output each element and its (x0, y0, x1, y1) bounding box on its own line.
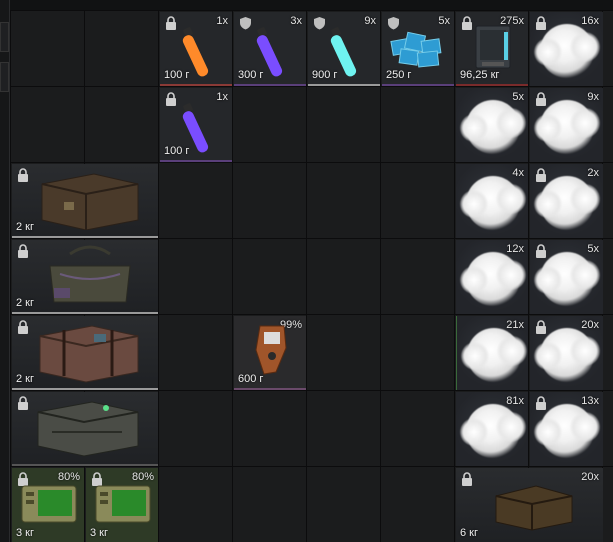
ammo-box-slot[interactable]: 2 кг (12, 164, 158, 238)
lock-icon (462, 472, 472, 486)
ice-crystals-slot[interactable]: 5x 250 г (382, 12, 454, 86)
item-quantity: 5x (587, 243, 599, 255)
item-weight: 250 г (386, 69, 412, 81)
smoke-grenade-slot[interactable]: 5x (456, 88, 528, 162)
wooden-box-icon (41, 173, 139, 230)
smoke-cloud-icon (534, 24, 600, 78)
lock-icon (166, 92, 176, 106)
radio-device-slot[interactable]: 80% 3 кг (86, 468, 158, 542)
bag-slot[interactable]: 2 кг (12, 240, 158, 314)
crate-slot[interactable]: 20x 6 кг (456, 468, 603, 542)
item-weight: 2 кг (16, 373, 34, 385)
item-quantity: 9x (587, 91, 599, 103)
scanner-device-icon (255, 325, 287, 375)
panel-tab[interactable] (0, 22, 9, 52)
lock-icon (536, 168, 546, 182)
item-quantity: 21x (506, 319, 524, 331)
item-weight: 900 г (312, 69, 338, 81)
equipment-case-icon (475, 25, 511, 69)
item-quantity: 12x (506, 243, 524, 255)
item-weight: 3 кг (90, 527, 108, 539)
item-weight: 2 кг (16, 221, 34, 233)
item-weight: 600 г (238, 373, 264, 385)
lock-icon (536, 16, 546, 30)
duffel-bag-icon (49, 245, 131, 303)
smoke-grenade-slot[interactable]: 5x (530, 240, 603, 314)
item-quantity: 81x (506, 395, 524, 407)
item-weight: 2 кг (16, 297, 34, 309)
radio-device-icon (95, 485, 151, 523)
purple-glowstick-slot[interactable]: 3x 300 г (234, 12, 306, 86)
cyan-glowstick-slot[interactable]: 9x 900 г (308, 12, 380, 86)
wooden-crate-icon (495, 485, 573, 531)
left-panel-edge (0, 0, 10, 542)
radio-device-slot[interactable]: 80% 3 кг (12, 468, 84, 542)
smoke-grenade-slot[interactable]: 20x (530, 316, 603, 390)
metal-case-slot[interactable] (12, 392, 158, 466)
lock-icon (18, 168, 28, 182)
radio-device-icon (21, 485, 77, 523)
item-quantity: 20x (581, 319, 599, 331)
lock-icon (18, 396, 28, 410)
item-quantity: 4x (512, 167, 524, 179)
strapped-box-icon (39, 325, 139, 383)
item-weight: 96,25 кг (460, 69, 500, 81)
item-weight: 100 г (164, 69, 190, 81)
smoke-grenade-slot[interactable]: 12x (456, 240, 528, 314)
item-durability: 80% (131, 471, 154, 483)
smoke-cloud-icon (460, 252, 526, 306)
lock-icon (536, 244, 546, 258)
item-quantity: 16x (581, 15, 599, 27)
item-durability: 80% (57, 471, 80, 483)
lock-icon (536, 396, 546, 410)
orange-glowstick-slot[interactable]: 1x 100 г (160, 12, 232, 86)
purple-glowstick-slot[interactable]: 1x 100 г (160, 88, 232, 162)
smoke-grenade-slot[interactable]: 81x (456, 392, 528, 466)
scanner-slot[interactable]: 99% 600 г (234, 316, 306, 390)
smoke-cloud-icon (534, 404, 600, 458)
smoke-cloud-icon (534, 176, 600, 230)
item-weight: 6 кг (460, 527, 478, 539)
item-weight: 3 кг (16, 527, 34, 539)
ice-crystals-icon (390, 31, 442, 68)
smoke-grenade-slot[interactable]: 4x (456, 164, 528, 238)
smoke-cloud-icon (461, 328, 527, 382)
equipment-case-slot[interactable]: 275x 96,25 кг (456, 12, 528, 86)
smoke-grenade-slot[interactable]: 2x (530, 164, 603, 238)
panel-tab[interactable] (0, 62, 9, 92)
smoke-grenade-slot[interactable]: 21x (456, 316, 528, 390)
item-quantity: 2x (587, 167, 599, 179)
supply-box-slot[interactable]: 2 кг (12, 316, 158, 390)
smoke-cloud-icon (534, 100, 600, 154)
smoke-grenade-slot[interactable]: 13x (530, 392, 603, 466)
lock-icon (18, 320, 28, 334)
smoke-cloud-icon (460, 176, 526, 230)
item-weight: 100 г (164, 145, 190, 157)
smoke-cloud-icon (534, 328, 600, 382)
item-weight: 300 г (238, 69, 264, 81)
lock-icon (536, 320, 546, 334)
shield-icon (388, 17, 399, 30)
item-quantity: 5x (438, 15, 450, 27)
lock-icon (166, 16, 176, 30)
lock-icon (536, 92, 546, 106)
shield-icon (240, 17, 251, 30)
smoke-grenade-slot[interactable]: 9x (530, 88, 603, 162)
ammo-case-icon (37, 401, 139, 457)
smoke-grenade-slot[interactable]: 16x (530, 12, 603, 86)
shield-icon (314, 17, 325, 30)
item-quantity: 5x (512, 91, 524, 103)
smoke-cloud-icon (460, 100, 526, 154)
smoke-cloud-icon (460, 404, 526, 458)
item-quantity: 20x (581, 471, 599, 483)
smoke-cloud-icon (534, 252, 600, 306)
lock-icon (18, 244, 28, 258)
item-quantity: 13x (581, 395, 599, 407)
